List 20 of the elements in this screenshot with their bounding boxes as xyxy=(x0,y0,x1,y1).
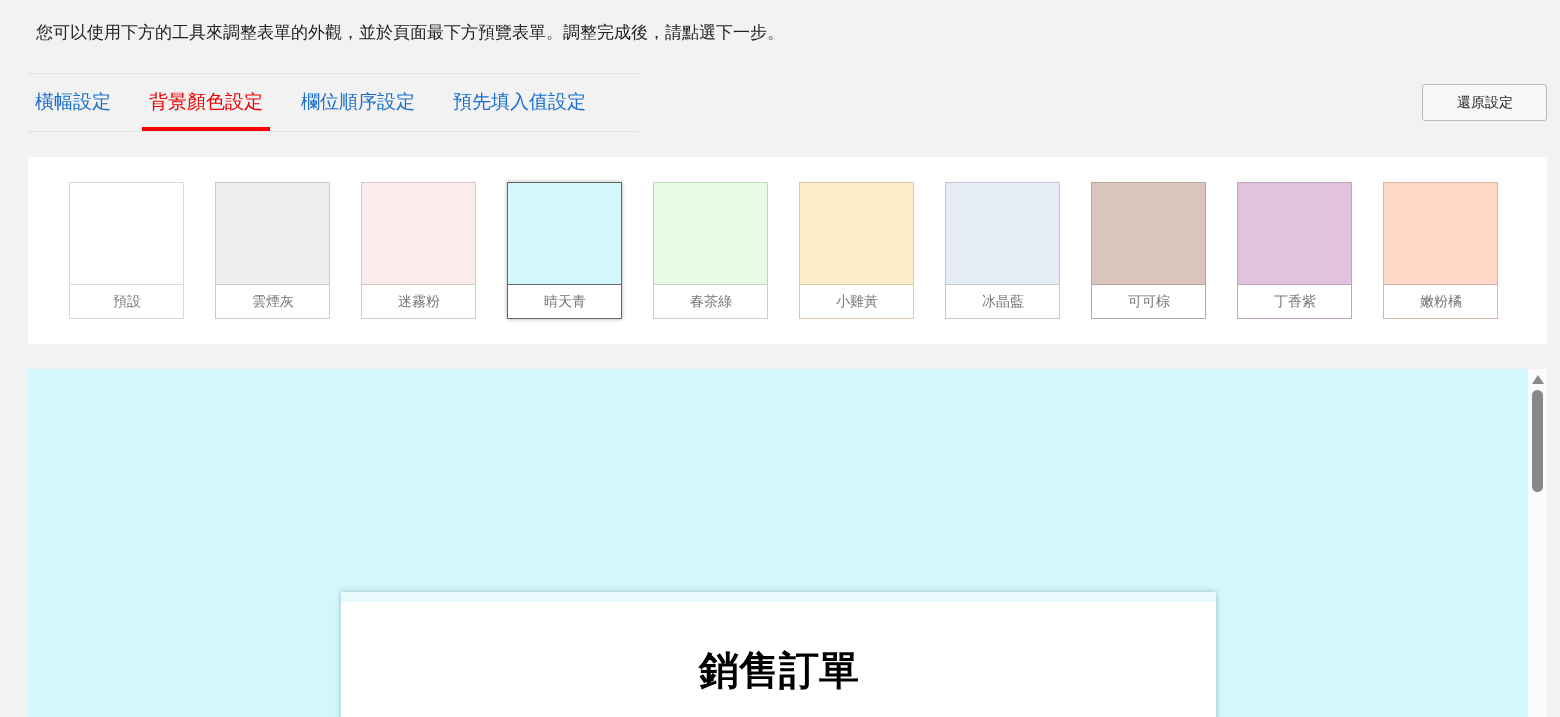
color-swatch[interactable]: 小雞黃 xyxy=(799,182,914,319)
reset-button[interactable]: 還原設定 xyxy=(1422,84,1547,121)
color-swatch[interactable]: 迷霧粉 xyxy=(361,182,476,319)
tab[interactable]: 橫幅設定 xyxy=(28,74,118,131)
color-swatch[interactable]: 春茶綠 xyxy=(653,182,768,319)
tab[interactable]: 欄位順序設定 xyxy=(294,74,422,131)
tab[interactable]: 預先填入值設定 xyxy=(446,74,593,131)
scroll-up-icon[interactable] xyxy=(1531,375,1544,384)
color-swatch[interactable]: 預設 xyxy=(69,182,184,319)
color-swatch[interactable]: 雲煙灰 xyxy=(215,182,330,319)
color-swatch[interactable]: 晴天青 xyxy=(507,182,622,319)
tab[interactable]: 背景顏色設定 xyxy=(142,74,270,131)
color-swatch[interactable]: 丁香紫 xyxy=(1237,182,1352,319)
scrollbar[interactable] xyxy=(1528,369,1547,717)
color-swatch[interactable]: 可可棕 xyxy=(1091,182,1206,319)
scrollbar-thumb[interactable] xyxy=(1532,390,1543,492)
instruction-text: 您可以使用下方的工具來調整表單的外觀，並於頁面最下方預覽表單。調整完成後，請點選下一步。 xyxy=(36,22,785,44)
form-title: 銷售訂單 xyxy=(698,650,859,690)
color-swatch[interactable]: 冰晶藍 xyxy=(945,182,1060,319)
color-swatch[interactable]: 嫩粉橘 xyxy=(1383,182,1498,319)
